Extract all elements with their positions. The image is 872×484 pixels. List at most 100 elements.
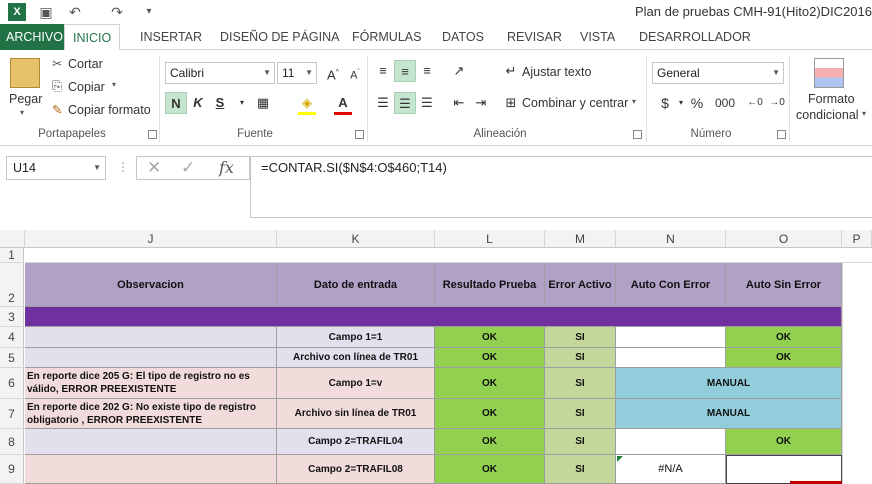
row-header[interactable]: 1 — [0, 248, 24, 263]
copy-dropdown-icon[interactable]: ▾ — [112, 80, 116, 89]
cell-j4[interactable] — [25, 327, 277, 348]
column-header[interactable]: P — [842, 230, 872, 248]
cell-o4[interactable]: OK — [726, 327, 842, 348]
row-header[interactable]: 8 — [0, 429, 24, 455]
error-indicator-icon[interactable] — [617, 456, 623, 462]
cell-n9[interactable]: #N/A — [616, 455, 726, 484]
cell-m7[interactable]: SI — [545, 399, 616, 429]
enter-icon[interactable]: ✓ — [181, 158, 195, 178]
align-center-icon[interactable]: ☰ — [394, 92, 416, 114]
percent-format-button[interactable]: % — [686, 92, 708, 114]
formula-input[interactable]: =CONTAR.SI($N$4:O$460;T14) — [250, 156, 872, 218]
column-header[interactable]: M — [545, 230, 616, 248]
row-header[interactable]: 7 — [0, 399, 24, 429]
header-resultado[interactable]: Resultado Prueba — [435, 263, 545, 307]
paste-icon[interactable] — [10, 58, 40, 88]
cell-l7[interactable]: OK — [435, 399, 545, 429]
align-right-icon[interactable]: ☰ — [416, 92, 438, 114]
fill-color-icon[interactable]: ◈ — [296, 92, 318, 114]
format-painter-button[interactable]: Copiar formato — [68, 103, 151, 117]
paste-button[interactable]: Pegar — [9, 92, 42, 106]
borders-icon[interactable]: ▦ — [252, 92, 274, 114]
row-header[interactable]: 5 — [0, 348, 24, 368]
increase-font-icon[interactable]: A^ — [322, 62, 344, 84]
decrease-indent-icon[interactable]: ⇤ — [448, 92, 470, 114]
cell-k8[interactable]: Campo 2=TRAFIL04 — [277, 429, 435, 455]
increase-decimal-icon[interactable]: ←0 — [744, 92, 766, 114]
row-header[interactable]: 9 — [0, 455, 24, 484]
decrease-decimal-icon[interactable]: →0 — [766, 92, 788, 114]
clipboard-launcher-icon[interactable] — [148, 130, 157, 139]
row-1[interactable] — [25, 248, 872, 263]
save-icon[interactable]: ▣ — [37, 3, 55, 21]
header-observacion[interactable]: Observacion — [25, 263, 277, 307]
copy-button[interactable]: Copiar — [68, 80, 105, 94]
insert-function-icon[interactable]: fx — [219, 158, 234, 177]
cell-j9[interactable] — [25, 455, 277, 484]
cancel-icon[interactable]: ✕ — [147, 158, 161, 178]
cell-o8[interactable]: OK — [726, 429, 842, 455]
cell-j7[interactable]: En reporte dice 202 G: No existe tipo de… — [25, 399, 277, 429]
cut-button[interactable]: Cortar — [68, 57, 103, 71]
row-3-band[interactable] — [25, 307, 842, 327]
paste-dropdown-icon[interactable]: ▾ — [20, 108, 24, 117]
row-header[interactable]: 4 — [0, 327, 24, 348]
tab-revisar[interactable]: REVISAR — [499, 24, 570, 50]
worksheet-grid[interactable]: J K L M N O P 1 2 3 4 5 6 7 8 9 Observac… — [0, 230, 872, 484]
cell-m4[interactable]: SI — [545, 327, 616, 348]
cell-m9[interactable]: SI — [545, 455, 616, 484]
tab-desarrollador[interactable]: DESARROLLADOR — [631, 24, 759, 50]
resize-dots-icon[interactable]: ⋮ — [117, 160, 129, 174]
cell-j5[interactable] — [25, 348, 277, 368]
row-header[interactable]: 3 — [0, 307, 24, 327]
align-middle-icon[interactable]: ≡ — [394, 60, 416, 82]
header-error-activo[interactable]: Error Activo — [545, 263, 616, 307]
decrease-font-icon[interactable]: Aˇ — [344, 62, 366, 84]
conditional-format-icon[interactable] — [814, 58, 844, 88]
number-format-select[interactable]: General ▼ — [652, 62, 784, 84]
cell-l4[interactable]: OK — [435, 327, 545, 348]
copy-icon[interactable]: ⎘ — [52, 79, 62, 94]
thousands-format-button[interactable]: 000 — [710, 92, 740, 114]
merge-dropdown-icon[interactable]: ▾ — [632, 97, 636, 106]
underline-button[interactable]: S — [209, 92, 231, 114]
cell-k9[interactable]: Campo 2=TRAFIL08 — [277, 455, 435, 484]
merge-center-icon[interactable]: ⊞ — [500, 92, 522, 114]
cell-j8[interactable] — [25, 429, 277, 455]
align-left-icon[interactable]: ☰ — [372, 92, 394, 114]
alignment-launcher-icon[interactable] — [633, 130, 642, 139]
tab-formulas[interactable]: FÓRMULAS — [344, 24, 429, 50]
cell-m8[interactable]: SI — [545, 429, 616, 455]
align-top-icon[interactable]: ≡ — [372, 60, 394, 82]
wrap-text-button[interactable]: Ajustar texto — [522, 65, 591, 79]
font-launcher-icon[interactable] — [355, 130, 364, 139]
underline-dropdown-icon[interactable]: ▾ — [231, 92, 253, 114]
column-p-cells[interactable] — [842, 263, 872, 484]
cell-o9[interactable] — [726, 455, 842, 484]
italic-button[interactable]: K — [187, 92, 209, 114]
cell-k5[interactable]: Archivo con línea de TR01 — [277, 348, 435, 368]
bold-button[interactable]: N — [165, 92, 187, 114]
cut-icon[interactable]: ✂ — [52, 56, 62, 71]
row-header[interactable]: 6 — [0, 368, 24, 399]
orientation-icon[interactable]: ↗ — [448, 60, 470, 82]
column-header[interactable]: N — [616, 230, 726, 248]
cell-n6-merged[interactable]: MANUAL — [616, 368, 842, 399]
select-all-corner[interactable] — [0, 230, 25, 248]
conditional-format-label-1[interactable]: Formato — [808, 92, 855, 106]
cell-n8[interactable] — [616, 429, 726, 455]
tab-insertar[interactable]: INSERTAR — [132, 24, 210, 50]
undo-icon[interactable]: ↶ — [66, 3, 84, 21]
increase-indent-icon[interactable]: ⇥ — [470, 92, 492, 114]
number-launcher-icon[interactable] — [777, 130, 786, 139]
tab-vista[interactable]: VISTA — [572, 24, 623, 50]
cell-m5[interactable]: SI — [545, 348, 616, 368]
cell-k7[interactable]: Archivo sin línea de TR01 — [277, 399, 435, 429]
cell-j6[interactable]: En reporte dice 205 G: El tipo de regist… — [25, 368, 277, 399]
cell-l6[interactable]: OK — [435, 368, 545, 399]
conditional-format-label-2[interactable]: condicional — [796, 108, 859, 122]
column-header[interactable]: L — [435, 230, 545, 248]
row-header[interactable]: 2 — [0, 263, 24, 307]
tab-archivo[interactable]: ARCHIVO — [0, 24, 69, 50]
cell-l9[interactable]: OK — [435, 455, 545, 484]
